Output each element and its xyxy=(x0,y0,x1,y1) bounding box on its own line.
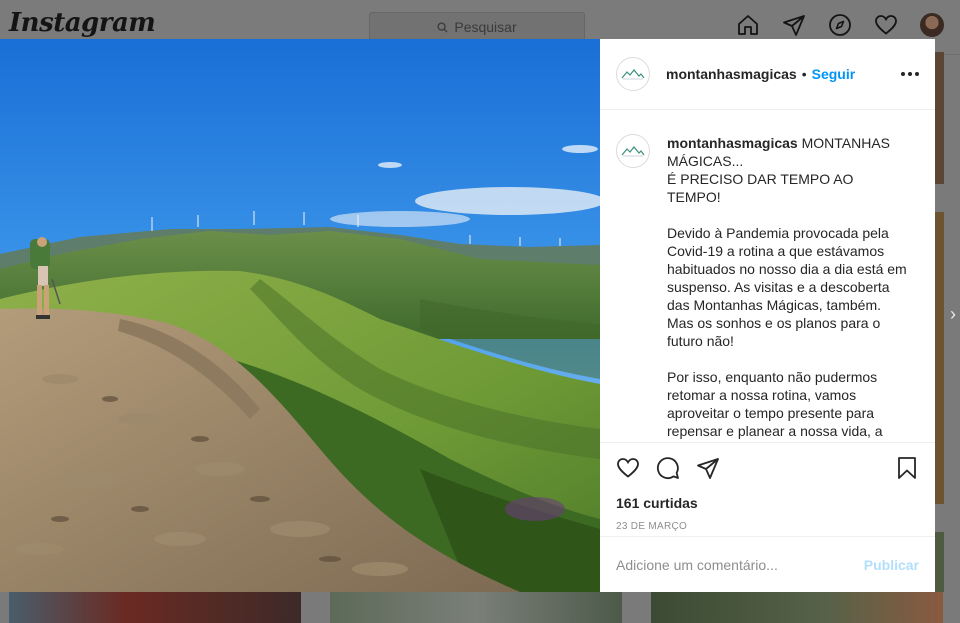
direct-icon[interactable] xyxy=(782,13,806,37)
post-modal: montanhasmagicas • Seguir montanhasmagic… xyxy=(0,39,935,592)
feed-thumbnail xyxy=(651,592,943,623)
caption-area[interactable]: montanhasmagicas MONTANHAS MÁGICAS... É … xyxy=(600,111,935,441)
publish-button[interactable]: Publicar xyxy=(864,557,919,573)
post-photo[interactable] xyxy=(0,39,600,592)
separator-dot: • xyxy=(801,66,807,82)
like-heart-icon[interactable] xyxy=(616,456,640,480)
search-icon xyxy=(437,21,448,33)
mountain-logo-icon xyxy=(621,69,645,80)
post-header: montanhasmagicas • Seguir xyxy=(600,39,935,110)
explore-icon[interactable] xyxy=(828,13,852,37)
nav-icons xyxy=(736,13,944,37)
feed-thumbnail xyxy=(935,52,944,184)
comment-form: Publicar xyxy=(600,536,935,592)
feed-thumbnail xyxy=(330,592,622,623)
more-options-icon[interactable] xyxy=(901,72,919,76)
action-icons-row xyxy=(616,455,919,481)
mountain-landscape-image xyxy=(0,39,600,592)
post-caption: montanhasmagicas MONTANHAS MÁGICAS... É … xyxy=(667,134,907,441)
comment-input[interactable] xyxy=(616,556,864,573)
caption-paragraph: Devido à Pandemia provocada pela Covid-1… xyxy=(667,225,907,349)
caption-line: É PRECISO DAR TEMPO AO TEMPO! xyxy=(667,171,854,205)
caption-avatar[interactable] xyxy=(616,134,650,168)
post-actions: 161 curtidas 23 DE MARÇO xyxy=(600,442,935,532)
caption-username[interactable]: montanhasmagicas xyxy=(667,135,798,151)
search-box[interactable]: Pesquisar xyxy=(369,12,585,42)
account-avatar[interactable] xyxy=(616,57,650,91)
feed-thumbnail xyxy=(935,532,944,592)
search-placeholder: Pesquisar xyxy=(454,19,517,35)
mountain-logo-icon xyxy=(621,146,645,157)
follow-button[interactable]: Seguir xyxy=(812,66,856,82)
feed-thumbnail xyxy=(935,212,944,504)
post-username[interactable]: montanhasmagicas xyxy=(666,66,797,82)
share-icon[interactable] xyxy=(696,456,720,480)
post-details-panel: montanhasmagicas • Seguir montanhasmagic… xyxy=(600,39,935,592)
instagram-logo[interactable]: Instagram xyxy=(9,8,156,38)
profile-avatar[interactable] xyxy=(920,13,944,37)
save-bookmark-icon[interactable] xyxy=(895,456,919,480)
comment-icon[interactable] xyxy=(656,456,680,480)
post-date[interactable]: 23 DE MARÇO xyxy=(616,521,919,532)
activity-heart-icon[interactable] xyxy=(874,13,898,37)
caption-first-line: montanhasmagicas MONTANHAS MÁGICAS... xyxy=(667,134,907,170)
likes-count[interactable]: 161 curtidas xyxy=(616,495,919,511)
feed-thumbnail xyxy=(9,592,301,623)
home-icon[interactable] xyxy=(736,13,760,37)
next-post-chevron-icon[interactable]: › xyxy=(950,304,960,324)
caption-paragraph: Por isso, enquanto não pudermos retomar … xyxy=(667,369,883,439)
